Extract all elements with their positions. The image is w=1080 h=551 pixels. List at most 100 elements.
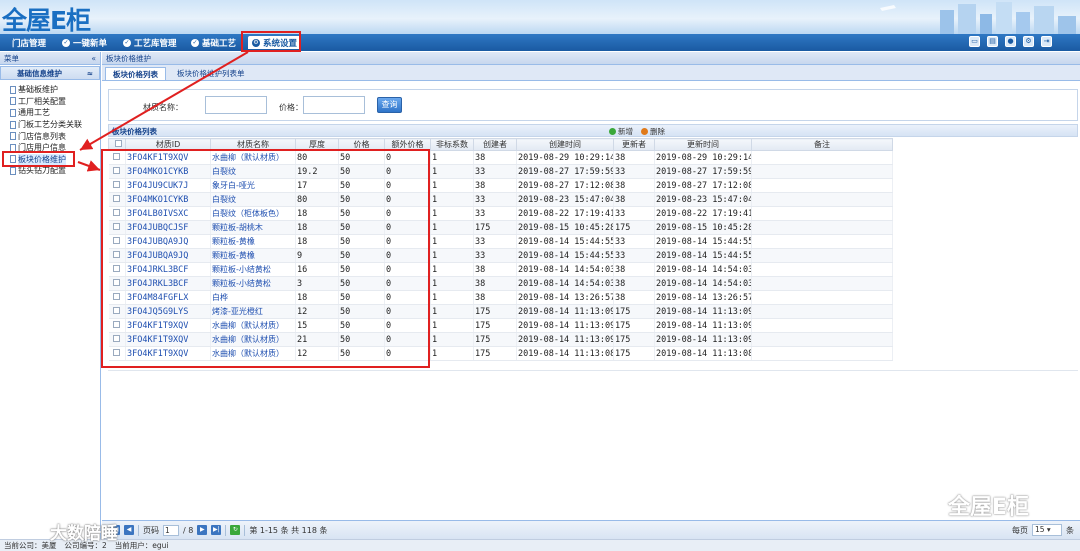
user-icon[interactable]: ● — [1005, 36, 1016, 47]
table-cell: 2019-08-14 11:13:09 — [654, 304, 752, 319]
table-cell: 2019-08-27 17:59:59 — [654, 164, 752, 179]
sidebar-section-basic-info[interactable]: 基础信息维护 ≈ — [0, 66, 100, 80]
prev-page-icon[interactable]: ◀ — [124, 525, 134, 535]
page-label: 页码 — [143, 525, 159, 535]
table-cell — [751, 192, 893, 207]
table-cell: 38 — [613, 178, 655, 193]
nav-store-management[interactable]: 门店管理 — [12, 36, 46, 49]
refresh-icon[interactable]: ↻ — [230, 525, 241, 535]
table-cell: 38 — [473, 262, 517, 277]
exit-icon[interactable]: ⇥ — [1041, 36, 1052, 47]
table-cell: 175 — [473, 220, 517, 235]
table-cell: 2019-08-14 14:54:03 — [654, 276, 752, 291]
table-cell: 1 — [430, 276, 474, 291]
col-remark[interactable]: 备注 — [751, 138, 893, 151]
table-cell: 2019-08-14 15:44:55 — [516, 248, 614, 263]
grid-title-bar: 板块价格列表 新增 删除 — [108, 124, 1078, 137]
col-creator[interactable]: 创建者 — [473, 138, 517, 151]
table-cell: 2019-08-14 14:54:03 — [516, 262, 614, 277]
sidebar-item-general-craft[interactable]: 通用工艺 — [0, 107, 100, 119]
col-nonstandard-factor[interactable]: 非标系数 — [430, 138, 474, 151]
app-logo: 全屋E柜 — [2, 6, 91, 34]
sidebar-item-store-list[interactable]: 门店信息列表 — [0, 130, 100, 142]
table-cell — [751, 276, 893, 291]
tab-price-list[interactable]: 板块价格列表 — [105, 67, 166, 80]
nav-new-order[interactable]: ✓ 一键新单 — [62, 36, 107, 49]
table-cell — [751, 164, 893, 179]
separator — [225, 524, 227, 536]
table-cell: 175 — [613, 332, 655, 347]
sidebar-item-factory-config[interactable]: 工厂相关配置 — [0, 96, 100, 108]
sidebar: 菜单 « 基础信息维护 ≈ 基础板维护 工厂相关配置 通用工艺 门板工艺分类关联… — [0, 52, 101, 539]
separator — [244, 524, 246, 536]
next-page-icon[interactable]: ▶ — [197, 525, 208, 535]
col-created-time[interactable]: 创建时间 — [516, 138, 614, 151]
document-icon — [10, 120, 16, 129]
table-cell: 38 — [473, 290, 517, 305]
table-cell: 175 — [473, 318, 517, 333]
annotation-box-nav — [241, 31, 301, 52]
tab-price-maintain-form[interactable]: 板块价格维护列表单 — [170, 67, 252, 80]
table-cell: 1 — [430, 318, 474, 333]
table-cell: 1 — [430, 346, 474, 361]
section-toggle-icon[interactable]: ≈ — [87, 69, 93, 78]
sidebar-item-door-craft-link[interactable]: 门板工艺分类关联 — [0, 119, 100, 131]
annotation-box-table — [101, 149, 430, 368]
material-name-input[interactable] — [205, 96, 267, 114]
table-cell: 2019-08-27 17:12:08 — [516, 178, 614, 193]
table-cell: 2019-08-14 15:44:55 — [516, 234, 614, 249]
col-updated-time[interactable]: 更新时间 — [654, 138, 752, 151]
check-icon: ✓ — [191, 38, 199, 47]
table-cell: 2019-08-15 10:45:28 — [654, 220, 752, 235]
table-cell: 175 — [473, 346, 517, 361]
skyline-graphic — [880, 2, 1076, 34]
page-input[interactable]: 1 — [163, 524, 179, 536]
calendar-icon[interactable]: ▤ — [987, 36, 998, 47]
table-cell: 1 — [430, 262, 474, 277]
table-cell — [751, 262, 893, 277]
price-label: 价格： — [279, 103, 303, 112]
table-cell: 2019-08-23 15:47:04 — [516, 192, 614, 207]
table-cell: 38 — [613, 262, 655, 277]
table-cell: 2019-08-14 11:13:09 — [654, 318, 752, 333]
table-cell: 2019-08-29 10:29:14 — [654, 150, 752, 165]
sidebar-item-base-board[interactable]: 基础板维护 — [0, 84, 100, 96]
document-icon — [10, 108, 16, 117]
status-bar: 当前公司：美厦 公司编号：2 当前用户：egui — [0, 539, 1080, 551]
table-cell: 2019-08-14 14:54:03 — [654, 262, 752, 277]
table-cell: 33 — [613, 164, 655, 179]
page-summary: 第 1-15 条 共 118 条 — [249, 525, 328, 535]
monitor-icon[interactable]: ▭ — [969, 36, 980, 47]
page-size-select[interactable]: 15 ▾ — [1032, 524, 1062, 536]
watermark-left: 大数陪睡 — [50, 524, 118, 544]
table-cell: 2019-08-15 10:45:28 — [516, 220, 614, 235]
add-button[interactable]: 新增 — [609, 126, 633, 137]
header-banner: 全屋E柜 — [0, 0, 1080, 34]
table-cell: 33 — [473, 234, 517, 249]
table-cell: 2019-08-27 17:59:59 — [516, 164, 614, 179]
col-updater[interactable]: 更新者 — [613, 138, 655, 151]
table-cell: 1 — [430, 206, 474, 221]
table-cell: 38 — [613, 192, 655, 207]
table-cell: 1 — [430, 304, 474, 319]
table-cell: 33 — [473, 164, 517, 179]
delete-icon — [641, 128, 648, 135]
table-cell: 33 — [473, 248, 517, 263]
gear-icon[interactable]: ⚙ — [1023, 36, 1034, 47]
search-panel: 材质名称： 价格： 查询 — [108, 89, 1078, 121]
table-cell: 2019-08-14 11:13:09 — [516, 332, 614, 347]
table-cell: 175 — [473, 332, 517, 347]
delete-button[interactable]: 删除 — [641, 126, 665, 137]
table-cell — [751, 150, 893, 165]
query-button[interactable]: 查询 — [377, 97, 402, 113]
breadcrumb: 板块价格维护 — [102, 52, 1080, 65]
table-cell — [751, 220, 893, 235]
nav-craft-library[interactable]: ✓ 工艺库管理 — [123, 36, 177, 49]
price-input[interactable] — [303, 96, 365, 114]
total-pages: / 8 — [183, 525, 194, 535]
collapse-icon[interactable]: « — [91, 54, 96, 63]
table-cell: 2019-08-22 17:19:41 — [654, 206, 752, 221]
material-name-label: 材质名称： — [143, 103, 183, 112]
nav-basic-craft[interactable]: ✓ 基础工艺 — [191, 36, 236, 49]
last-page-icon[interactable]: ▶| — [211, 525, 222, 535]
